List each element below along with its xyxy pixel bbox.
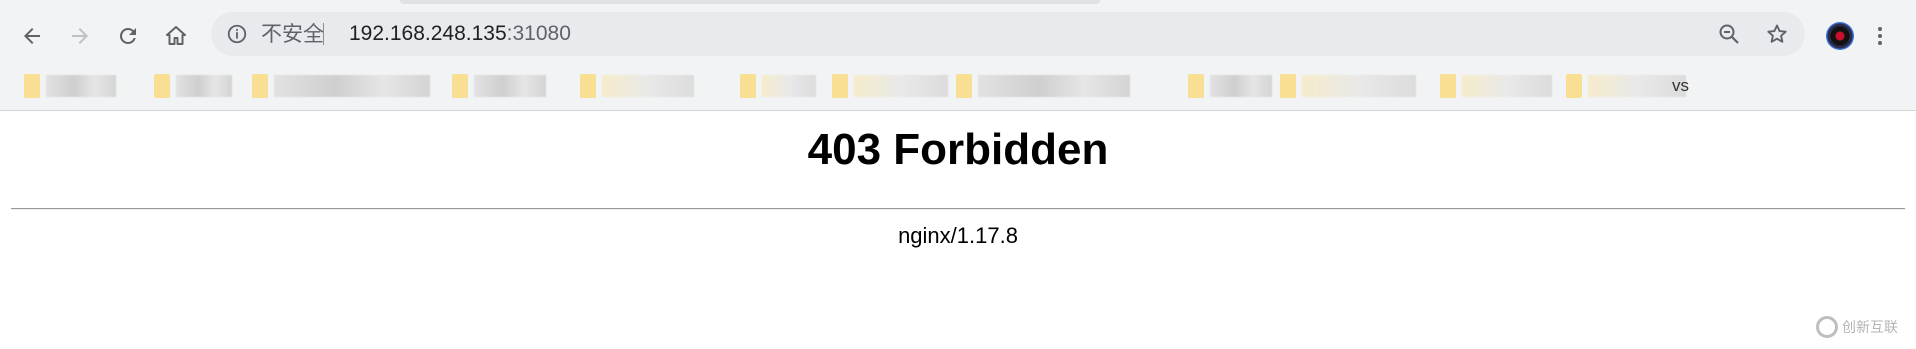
active-tab-edge[interactable] — [400, 0, 1100, 4]
bookmark-label-redacted — [176, 75, 232, 97]
reload-icon — [120, 27, 136, 44]
bookmark-label-redacted — [274, 75, 430, 97]
bookmark-item[interactable] — [832, 72, 948, 100]
toolbar: 不安全 192.168.248.135:31080 — [0, 8, 1916, 62]
bookmark-item[interactable] — [1566, 72, 1686, 100]
bookmark-label-redacted — [1210, 75, 1272, 97]
security-label[interactable]: 不安全 — [261, 22, 324, 46]
page-title: 403 Forbidden — [807, 125, 1109, 174]
folder-icon — [1566, 74, 1582, 98]
bookmark-label-redacted — [978, 75, 1130, 97]
bookmark-item[interactable] — [1188, 72, 1272, 100]
bookmark-label-redacted — [46, 75, 116, 97]
bookmarks-bar: vs — [0, 66, 1916, 106]
back-button[interactable] — [15, 19, 49, 53]
bookmark-label-tail[interactable]: vs — [1672, 76, 1689, 96]
folder-icon — [154, 74, 170, 98]
avatar[interactable] — [1826, 22, 1854, 50]
bookmark-item[interactable] — [580, 72, 694, 100]
reload-button[interactable] — [111, 19, 145, 53]
url-text[interactable]: 192.168.248.135:31080 — [349, 22, 571, 46]
forward-button[interactable] — [63, 19, 97, 53]
folder-icon — [452, 74, 468, 98]
folder-icon — [1440, 74, 1456, 98]
watermark-logo-icon — [1816, 316, 1838, 338]
bookmark-label-redacted — [1302, 75, 1416, 97]
bookmark-label-redacted — [602, 75, 694, 97]
folder-icon — [1188, 74, 1204, 98]
bookmark-label-redacted — [854, 75, 948, 97]
omnibox-divider — [323, 23, 324, 45]
bookmark-label-redacted — [762, 75, 816, 97]
url-port: :31080 — [506, 22, 571, 45]
bookmark-item[interactable] — [252, 72, 430, 100]
address-bar[interactable]: 不安全 192.168.248.135:31080 — [211, 12, 1805, 56]
star-icon[interactable] — [1765, 22, 1789, 46]
bookmark-item[interactable] — [740, 72, 816, 100]
horizontal-rule — [11, 208, 1905, 210]
bookmark-item[interactable] — [956, 72, 1130, 100]
page-content: 403 Forbidden nginx/1.17.8 — [0, 110, 1916, 349]
bookmark-item[interactable] — [1280, 72, 1416, 100]
browser-chrome: 不安全 192.168.248.135:31080 vs — [0, 0, 1916, 111]
folder-icon — [740, 74, 756, 98]
home-button[interactable] — [159, 19, 193, 53]
bookmark-item[interactable] — [154, 72, 232, 100]
arrow-left-icon — [24, 28, 40, 44]
bookmark-item[interactable] — [1440, 72, 1552, 100]
folder-icon — [956, 74, 972, 98]
bookmark-label-redacted — [1462, 75, 1552, 97]
folder-icon — [24, 74, 40, 98]
home-icon — [166, 26, 186, 45]
folder-icon — [1280, 74, 1296, 98]
watermark: 创新互联 — [1816, 310, 1912, 344]
server-signature: nginx/1.17.8 — [898, 223, 1018, 248]
bookmark-label-redacted — [474, 75, 546, 97]
zoom-out-icon[interactable] — [1717, 22, 1741, 46]
bookmark-item[interactable] — [452, 72, 546, 100]
bookmark-item[interactable] — [24, 72, 116, 100]
folder-icon — [832, 74, 848, 98]
watermark-text: 创新互联 — [1842, 320, 1898, 336]
arrow-right-icon — [72, 28, 88, 44]
info-circle-icon[interactable] — [225, 22, 249, 46]
url-host: 192.168.248.135 — [349, 22, 507, 45]
folder-icon — [252, 74, 268, 98]
more-vertical-icon[interactable] — [1866, 22, 1894, 50]
folder-icon — [580, 74, 596, 98]
tab-strip — [0, 0, 1916, 6]
